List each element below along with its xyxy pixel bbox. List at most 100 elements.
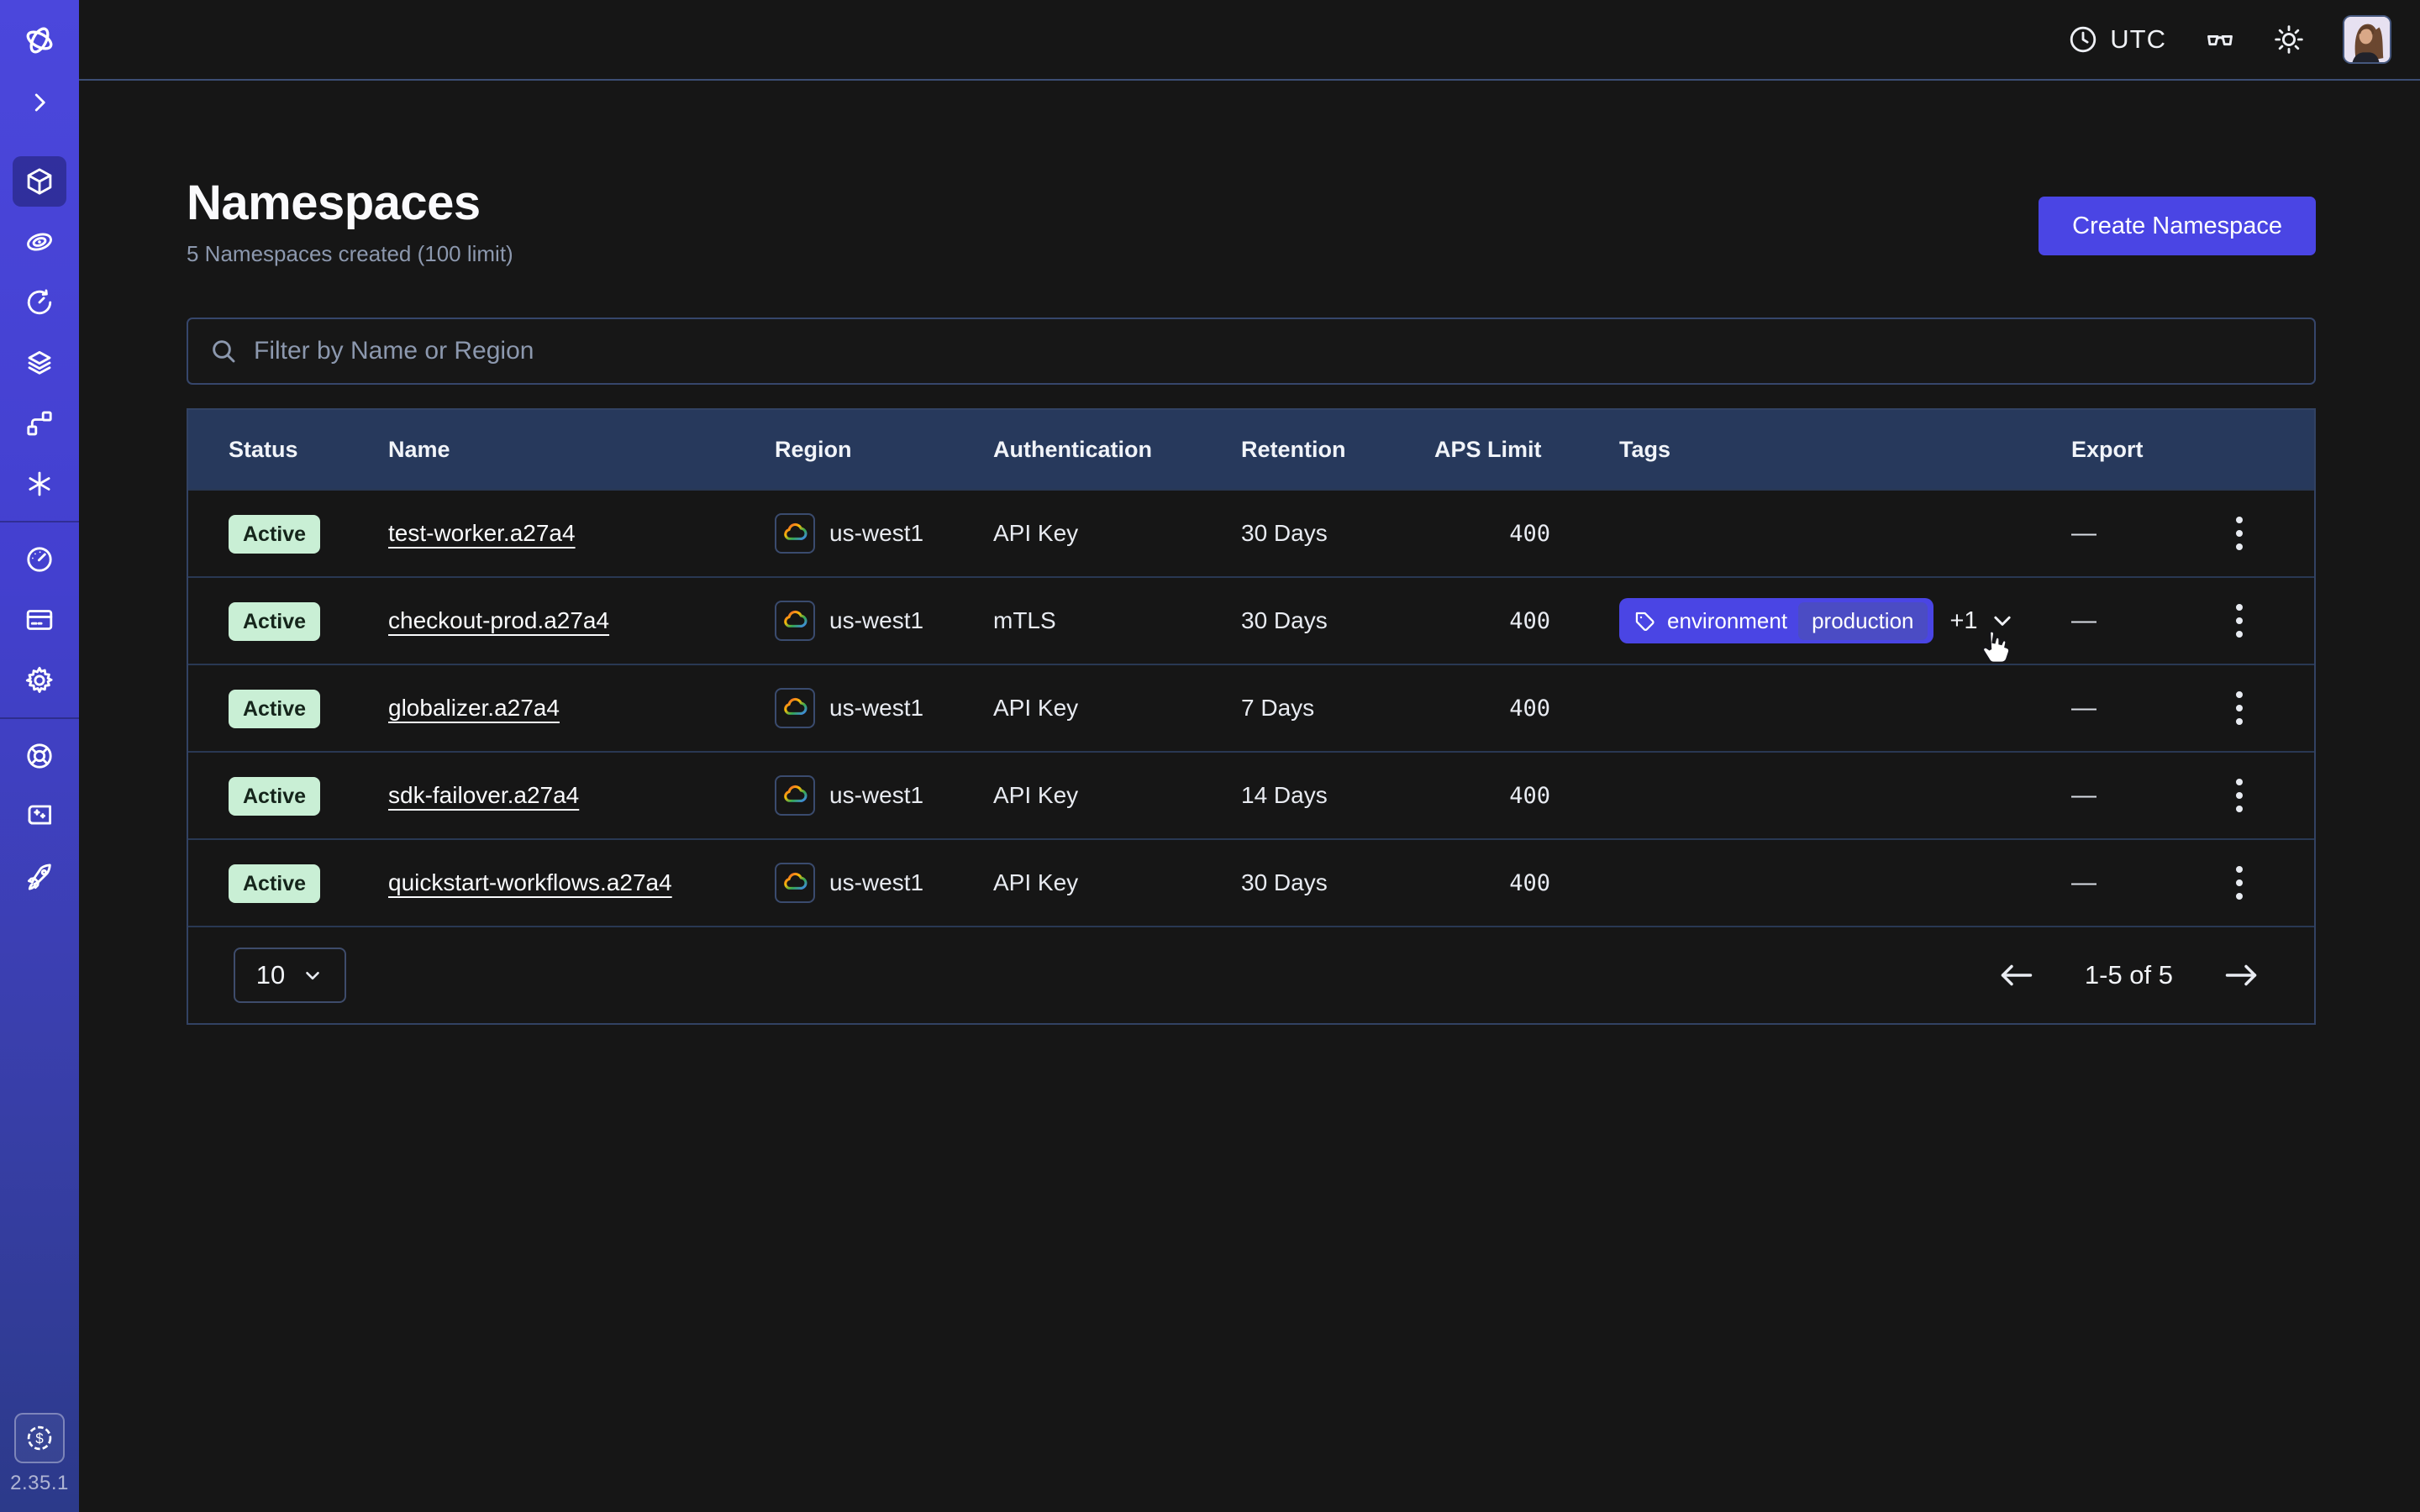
region-label: us-west1: [829, 607, 923, 634]
status-cell: Active: [229, 695, 388, 722]
sidebar-item-docs[interactable]: [0, 786, 79, 847]
namespace-row: Active sdk-failover.a27a4 us-west1: [188, 751, 2314, 838]
region-label: us-west1: [829, 695, 923, 722]
col-header-retention: Retention: [1241, 437, 1434, 463]
sidebar: $ 2.35.1: [0, 0, 79, 1512]
aps-limit-cell: 400: [1434, 783, 1619, 809]
sidebar-item-namespaces[interactable]: [0, 151, 79, 212]
name-cell: sdk-failover.a27a4: [388, 782, 775, 809]
auth-cell: API Key: [993, 695, 1241, 722]
prev-page-button[interactable]: [1997, 960, 2036, 990]
timezone-label: UTC: [2110, 24, 2166, 55]
aps-limit-cell: 400: [1434, 608, 1619, 634]
table-body: Active test-worker.a27a4 us-west1: [188, 489, 2314, 926]
filter-bar: [187, 318, 2316, 385]
retention-cell: 14 Days: [1241, 782, 1434, 809]
namespace-link[interactable]: globalizer.a27a4: [388, 695, 560, 721]
row-actions-menu-button[interactable]: [2217, 858, 2261, 908]
status-cell: Active: [229, 869, 388, 896]
row-actions-menu-button[interactable]: [2217, 683, 2261, 733]
user-avatar[interactable]: [2343, 15, 2391, 64]
col-header-tags: Tags: [1619, 437, 2071, 463]
col-header-export: Export: [2071, 437, 2206, 463]
timer-icon: [24, 287, 55, 318]
status-cell: Active: [229, 782, 388, 809]
namespace-link[interactable]: checkout-prod.a27a4: [388, 607, 609, 633]
create-namespace-button[interactable]: Create Namespace: [2039, 197, 2316, 255]
timezone-button[interactable]: UTC: [2068, 24, 2166, 55]
arrow-right-icon: [2222, 960, 2260, 990]
sidebar-item-usage[interactable]: [0, 529, 79, 590]
retention-cell: 30 Days: [1241, 607, 1434, 634]
namespace-row: Active globalizer.a27a4 us-west1: [188, 664, 2314, 751]
orbit-swirl-icon: [24, 227, 55, 257]
sidebar-item-getting-started[interactable]: [0, 847, 79, 907]
aps-limit-cell: 400: [1434, 696, 1619, 722]
sidebar-item-support[interactable]: [0, 726, 79, 786]
page-title: Namespaces: [187, 175, 513, 231]
book-sparkles-icon: [24, 801, 55, 832]
credits-button[interactable]: $: [14, 1413, 65, 1463]
tags-cell: environment production +1: [1619, 598, 2071, 643]
namespace-row: Active quickstart-workflows.a27a4 us: [188, 838, 2314, 926]
namespace-tag-pill[interactable]: environment production: [1619, 598, 1933, 643]
page-size-value: 10: [256, 960, 285, 990]
export-cell: —: [2071, 606, 2206, 635]
chevron-down-icon: [302, 964, 324, 986]
tag-group: environment production +1: [1619, 598, 2071, 643]
gear-icon: [24, 665, 55, 696]
chevron-down-icon: [1990, 608, 2015, 633]
branch-nodes-icon: [24, 408, 55, 438]
table-pagination: 10 1-5 of 5: [188, 926, 2314, 1023]
name-cell: globalizer.a27a4: [388, 695, 775, 722]
arrow-left-icon: [1997, 960, 2036, 990]
tag-value: production: [1798, 602, 1927, 640]
col-header-region: Region: [775, 437, 993, 463]
export-cell: —: [2071, 694, 2206, 722]
name-cell: test-worker.a27a4: [388, 520, 775, 547]
sidebar-item-settings[interactable]: [0, 650, 79, 711]
col-header-status: Status: [229, 437, 388, 463]
tag-more-count[interactable]: +1: [1950, 607, 1978, 635]
page-size-select[interactable]: 10: [234, 948, 346, 1003]
namespace-row: Active checkout-prod.a27a4 us-west1: [188, 576, 2314, 664]
region-cell: us-west1: [775, 601, 993, 641]
tag-expand-chevron[interactable]: [1990, 608, 2015, 633]
theme-toggle[interactable]: [2274, 24, 2304, 55]
region-cell: us-west1: [775, 863, 993, 903]
sidebar-item-billing[interactable]: [0, 590, 79, 650]
namespace-link[interactable]: test-worker.a27a4: [388, 520, 576, 546]
tag-icon: [1634, 610, 1656, 633]
rocket-icon: [24, 862, 55, 892]
status-badge: Active: [229, 690, 320, 728]
retention-cell: 7 Days: [1241, 695, 1434, 722]
gcp-provider-icon: [775, 601, 815, 641]
sidebar-item-deployments[interactable]: [0, 393, 79, 454]
asterisk-icon: [24, 469, 55, 499]
row-actions-menu-button[interactable]: [2217, 596, 2261, 646]
row-actions-menu-button[interactable]: [2217, 508, 2261, 559]
status-badge: Active: [229, 777, 320, 816]
sidebar-collapse-toggle[interactable]: [0, 72, 79, 133]
layers-icon: [24, 348, 55, 378]
sidebar-item-nexus[interactable]: [0, 454, 79, 514]
name-cell: checkout-prod.a27a4: [388, 607, 775, 634]
sidebar-item-insights[interactable]: [0, 212, 79, 272]
next-page-button[interactable]: [2222, 960, 2260, 990]
table-header: Status Name Region Authentication Retent…: [188, 410, 2314, 489]
namespace-link[interactable]: quickstart-workflows.a27a4: [388, 869, 672, 895]
namespace-link[interactable]: sdk-failover.a27a4: [388, 782, 579, 808]
sun-icon: [2274, 24, 2304, 55]
sidebar-item-schedules[interactable]: [0, 272, 79, 333]
main-content: Namespaces 5 Namespaces created (100 lim…: [187, 81, 2316, 1025]
aps-limit-cell: 400: [1434, 521, 1619, 547]
labs-toggle[interactable]: [2205, 24, 2235, 55]
filter-input[interactable]: [254, 337, 2292, 365]
namespace-row: Active test-worker.a27a4 us-west1: [188, 489, 2314, 576]
tag-key: environment: [1667, 608, 1787, 634]
temporal-logo[interactable]: [0, 8, 79, 72]
row-actions-menu-button[interactable]: [2217, 770, 2261, 821]
sidebar-item-layers[interactable]: [0, 333, 79, 393]
chevron-right-icon: [24, 87, 55, 118]
status-badge: Active: [229, 515, 320, 554]
